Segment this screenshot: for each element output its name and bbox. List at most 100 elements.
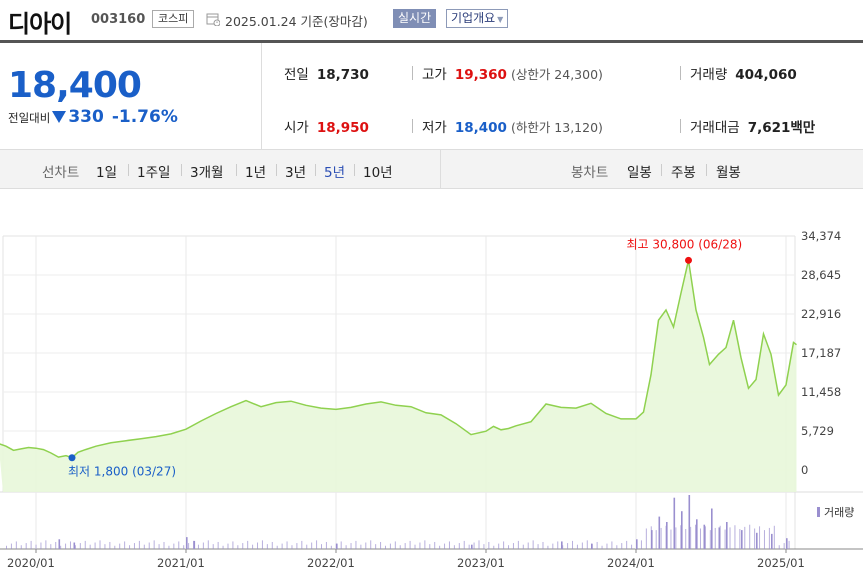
market-badge: 코스피	[152, 10, 195, 28]
volume-bar	[724, 529, 726, 549]
stock-code: 003160	[91, 12, 146, 27]
volume-bar	[636, 542, 637, 549]
volume-bar	[763, 530, 765, 549]
volume-bar	[562, 545, 564, 549]
volume-bar	[439, 545, 441, 549]
tab-5y[interactable]: 5년	[324, 161, 345, 181]
volume-bar	[232, 541, 234, 549]
volume-bar	[532, 540, 534, 549]
volume-bar	[581, 542, 583, 549]
upper-limit: (상한가 24,300)	[510, 67, 603, 82]
volume-bar	[696, 519, 698, 549]
volume-bar	[606, 543, 608, 549]
volume-bar	[99, 540, 101, 549]
volume-bar	[419, 542, 421, 549]
volume-bar	[699, 528, 701, 549]
volume-legend-label: 거래량	[824, 506, 854, 519]
realtime-button[interactable]: 실시간	[393, 9, 437, 28]
volume-bar	[773, 525, 775, 549]
separator	[315, 164, 316, 176]
volume-bar	[148, 542, 150, 549]
change-value: 330	[68, 107, 104, 127]
tab-1d[interactable]: 1일	[96, 161, 117, 181]
tab-1y[interactable]: 1년	[245, 161, 266, 181]
low-label: 저가	[422, 120, 447, 136]
down-triangle-icon	[52, 111, 67, 123]
x-tick-label: 2025/01	[757, 556, 805, 570]
volume-bar	[40, 542, 42, 549]
volume-bar	[616, 545, 618, 549]
volume-bar	[399, 545, 401, 549]
prev-close: 전일 18,730	[284, 63, 369, 83]
open-value: 18,950	[316, 120, 369, 136]
volume-bar	[158, 544, 160, 549]
volume-bar	[719, 525, 721, 549]
company-overview-button[interactable]: 기업개요 ▼	[446, 9, 509, 28]
volume-bar	[35, 544, 37, 549]
volume-bar	[10, 543, 12, 549]
volume-bar	[266, 544, 268, 549]
volume-bar	[404, 543, 406, 549]
separator	[276, 164, 277, 176]
separator	[412, 119, 413, 133]
volume-bar	[168, 545, 170, 549]
volume-bar	[55, 541, 57, 549]
y-tick-label: 22,916	[801, 307, 841, 321]
volume-bar	[729, 527, 731, 549]
volume-bar	[350, 543, 352, 549]
volume-bar	[261, 540, 263, 549]
volume-label: 거래량	[690, 67, 728, 83]
tab-daily[interactable]: 일봉	[627, 161, 652, 181]
volume-bar	[153, 540, 155, 549]
volume-bar	[478, 540, 480, 549]
volume-bar	[45, 540, 47, 549]
volume-bar	[50, 544, 52, 549]
volume-bar	[186, 537, 188, 549]
current-price: 18,400	[8, 65, 142, 106]
volume-bar	[591, 544, 593, 549]
volume-bar	[207, 540, 209, 549]
volume-bar	[522, 544, 524, 549]
volume-bar	[384, 545, 386, 549]
volume-bar	[596, 541, 598, 549]
tab-3y[interactable]: 3년	[285, 161, 306, 181]
trade-amount-value: 7,621	[747, 120, 791, 136]
high-label: 고가	[422, 67, 447, 83]
tab-3m[interactable]: 3개월	[190, 161, 223, 181]
low-annotation: 최저 1,800 (03/27)	[68, 465, 176, 479]
volume-bar	[586, 540, 588, 549]
separator	[412, 66, 413, 80]
tab-10y[interactable]: 10년	[363, 161, 393, 181]
volume-bar	[557, 541, 559, 549]
volume-bar	[114, 545, 116, 549]
volume-bar	[508, 545, 510, 549]
separator	[181, 164, 182, 176]
volume-bar	[257, 542, 259, 549]
volume-bar	[759, 526, 761, 549]
volume-bar	[20, 545, 22, 549]
volume-bar	[552, 543, 554, 549]
volume-bar	[434, 541, 436, 549]
y-tick-label: 0	[801, 463, 808, 477]
volume-bar	[453, 545, 455, 549]
high-value: 19,360	[454, 67, 507, 83]
volume-bar	[611, 541, 613, 549]
tab-1w[interactable]: 1주일	[137, 161, 170, 181]
volume-value: 404,060	[735, 67, 797, 83]
volume-bar	[685, 529, 687, 549]
tab-monthly[interactable]: 월봉	[716, 161, 741, 181]
volume-bar	[444, 543, 446, 549]
chevron-down-icon: ▼	[497, 15, 504, 24]
price-chart: 34,374 28,645 22,916 17,187 11,458 5,729 0 202…	[0, 229, 863, 570]
tab-weekly[interactable]: 주봉	[671, 161, 696, 181]
trade-amount-unit: 백만	[790, 120, 816, 136]
separator	[706, 164, 707, 176]
volume-bar	[542, 541, 544, 549]
volume-bar	[252, 544, 254, 549]
volume-bar	[645, 528, 647, 549]
volume: 거래량 404,060	[690, 63, 797, 83]
y-tick-label: 17,187	[801, 346, 841, 360]
volume-bar	[471, 544, 473, 549]
volume-bar	[493, 545, 495, 549]
volume-bar	[788, 540, 790, 549]
